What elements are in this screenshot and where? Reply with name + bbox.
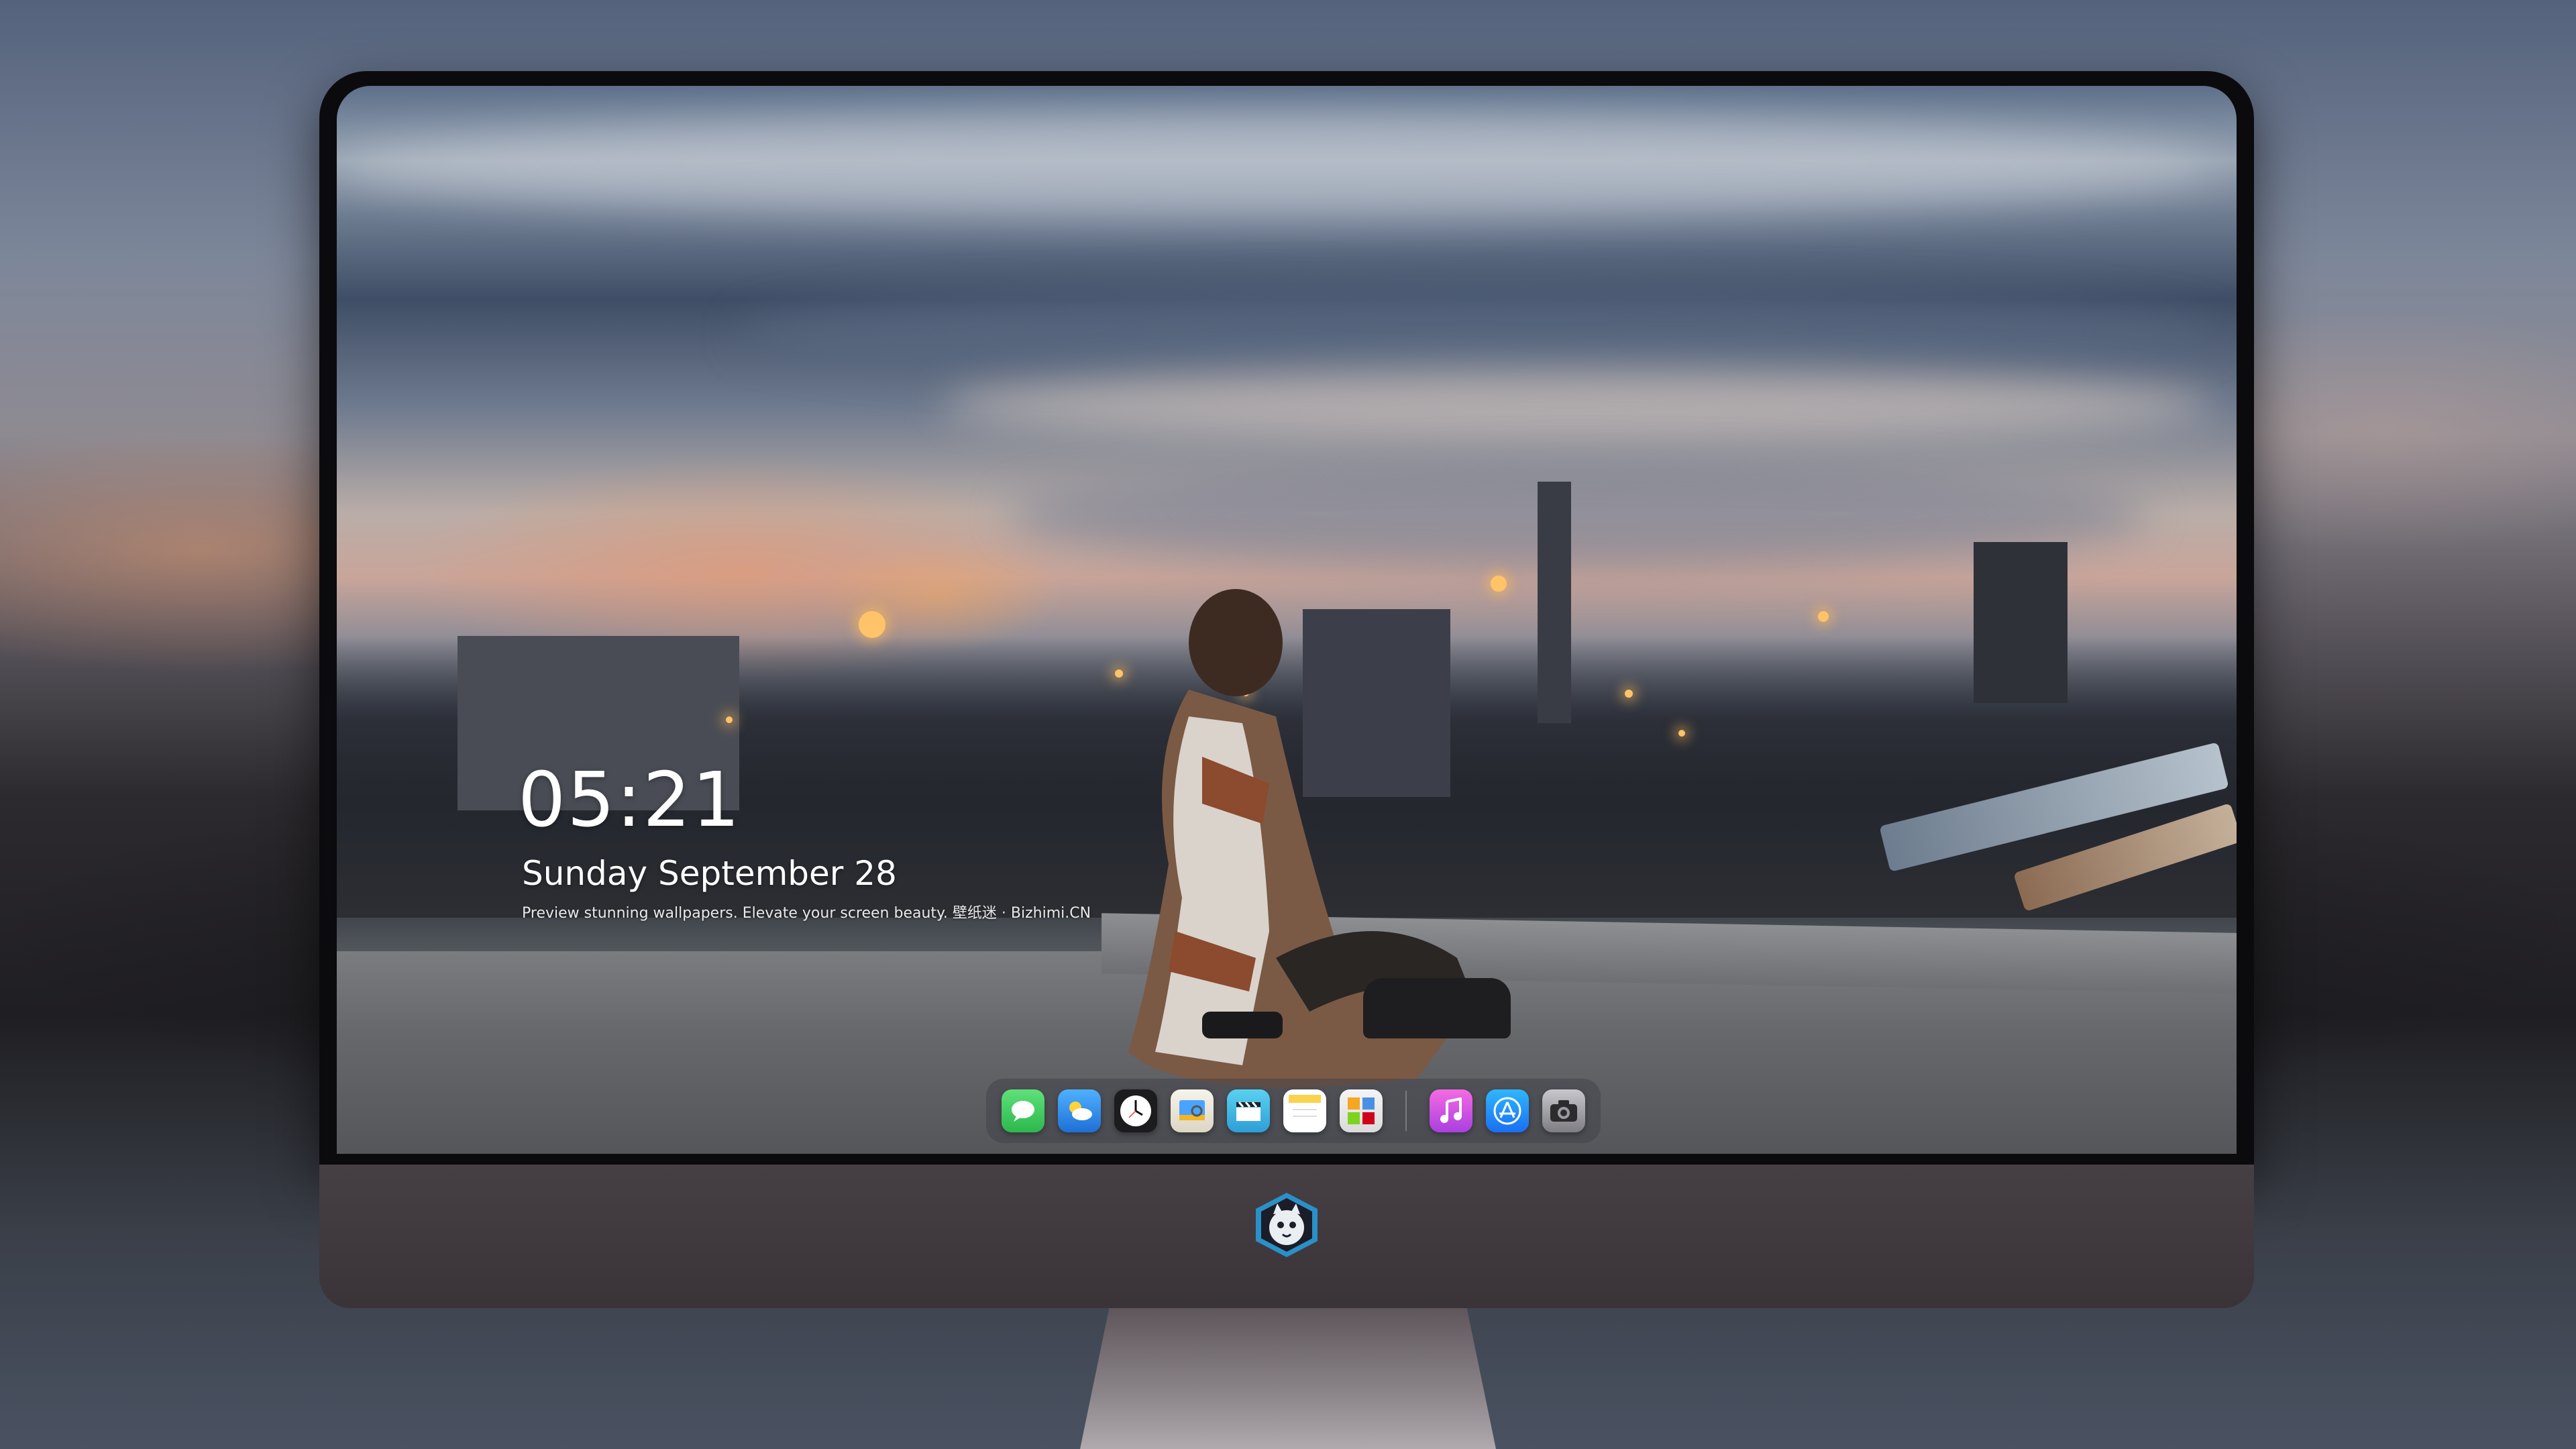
church-spire (1974, 542, 2068, 703)
person-silhouette (1128, 589, 1470, 1088)
clock-icon[interactable] (1114, 1089, 1157, 1132)
bag (1363, 978, 1511, 1038)
cloud (337, 113, 2215, 220)
street-light (1491, 576, 1507, 592)
monitor-bezel: 05:21 Sunday September 28 Preview stunni… (319, 71, 2254, 1165)
screen-wallpaper: 05:21 Sunday September 28 Preview stunni… (337, 86, 2237, 1154)
messages-icon[interactable] (1002, 1089, 1044, 1132)
mascot-logo-icon (1256, 1193, 1318, 1257)
city-light (1625, 690, 1633, 698)
monitor-stand (1080, 1308, 1496, 1449)
app-store-icon[interactable] (1486, 1089, 1529, 1132)
cloud (739, 287, 2215, 381)
camera-icon[interactable] (1542, 1089, 1585, 1132)
city-light (726, 716, 733, 723)
tower (1538, 482, 1571, 723)
monitor: 05:21 Sunday September 28 Preview stunni… (319, 71, 2254, 1308)
clapperboard-icon[interactable] (1227, 1089, 1270, 1132)
street-light (1818, 611, 1829, 622)
music-icon[interactable] (1430, 1089, 1472, 1132)
lock-screen-tagline: Preview stunning wallpapers. Elevate you… (522, 905, 1091, 922)
preview-icon[interactable] (1171, 1089, 1214, 1132)
notes-icon[interactable] (1283, 1089, 1326, 1132)
lock-screen-time: 05:21 (518, 757, 741, 844)
lock-screen-date: Sunday September 28 (522, 854, 897, 893)
phone (1202, 1012, 1283, 1038)
monitor-chin (319, 1165, 2254, 1308)
dock (986, 1079, 1601, 1143)
city-light (1678, 730, 1685, 737)
cloud (941, 368, 2215, 441)
dock-separator (1405, 1091, 1407, 1131)
street-light (859, 611, 885, 638)
weather-icon[interactable] (1058, 1089, 1101, 1132)
grid-app-icon[interactable] (1340, 1089, 1383, 1132)
